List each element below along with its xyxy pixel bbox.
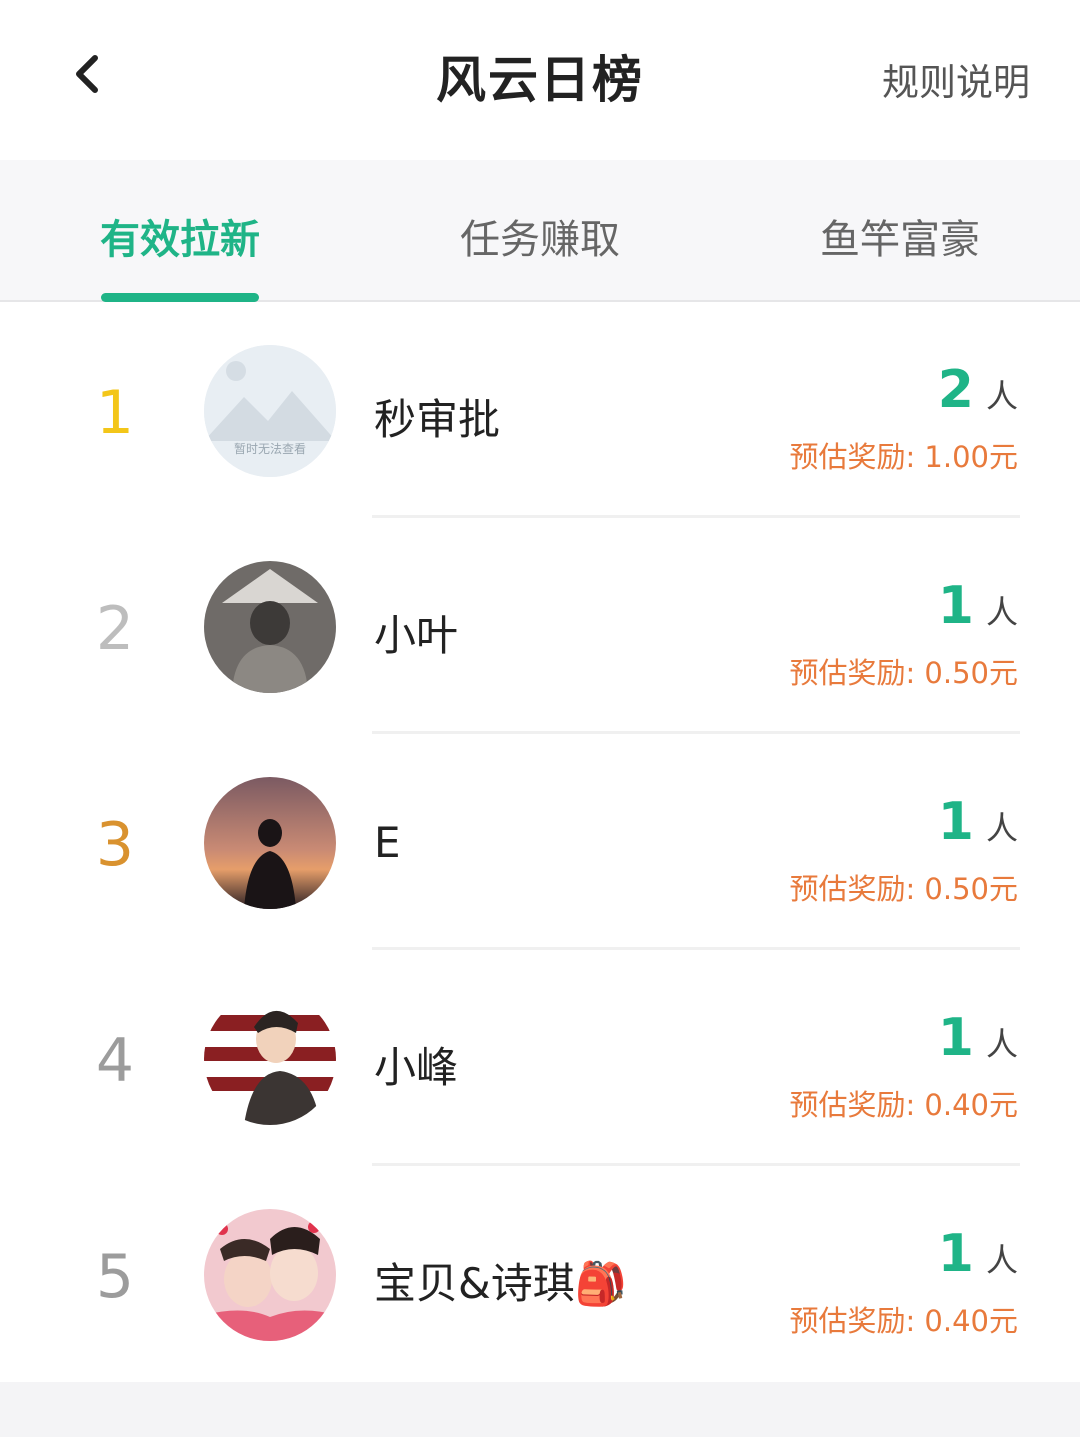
count-unit: 人	[985, 593, 1018, 631]
count-value: 1	[937, 1008, 974, 1068]
user-name: E	[374, 818, 401, 867]
invite-count: 1人	[938, 1224, 1018, 1284]
rank-number: 5	[75, 1242, 155, 1312]
image-placeholder-icon: 暂时无法查看	[204, 345, 336, 477]
tab-task-earnings[interactable]: 任务赚取	[360, 207, 720, 265]
estimated-reward: 预估奖励: 0.40元	[789, 1304, 1018, 1338]
invite-count: 1人	[938, 1008, 1018, 1068]
tab-rod-tycoon[interactable]: 鱼竿富豪	[720, 207, 1080, 265]
rank-text: 5	[95, 1242, 135, 1312]
svg-text:暂时无法查看: 暂时无法查看	[234, 442, 306, 456]
estimated-reward: 预估奖励: 0.50元	[789, 656, 1018, 690]
rank-text: 4	[95, 1026, 135, 1096]
avatar-illustration	[204, 993, 336, 1125]
avatar-photo	[204, 1209, 336, 1341]
header: 风云日榜 规则说明	[0, 0, 1080, 160]
rank-number: 3	[75, 810, 155, 880]
avatar-photo	[204, 777, 336, 909]
rank-number: 2	[75, 594, 155, 664]
count-unit: 人	[985, 377, 1018, 415]
estimated-reward: 预估奖励: 0.40元	[789, 1088, 1018, 1122]
tab-indicator	[101, 293, 259, 302]
invite-count: 2人	[938, 360, 1018, 420]
list-item[interactable]: 1 暂时无法查看 秒审批 2人 预估奖励: 1.00元	[0, 302, 1080, 518]
count-value: 1	[937, 792, 974, 852]
count-value: 2	[937, 360, 974, 420]
avatar	[204, 777, 336, 909]
invite-count: 1人	[938, 792, 1018, 852]
avatar	[204, 1209, 336, 1341]
bottom-bar	[0, 1382, 1080, 1437]
user-name: 小峰	[374, 1043, 459, 1092]
count-unit: 人	[985, 809, 1018, 847]
count-unit: 人	[985, 1025, 1018, 1063]
list-item[interactable]: 4 小峰 1人 预估奖励: 0.40元	[0, 950, 1080, 1166]
list-item[interactable]: 2 小叶 1人 预估奖励: 0.50元	[0, 518, 1080, 734]
tab-effective-invites[interactable]: 有效拉新	[0, 207, 360, 265]
avatar: 暂时无法查看	[204, 345, 336, 477]
count-value: 1	[937, 576, 974, 636]
avatar-photo	[204, 561, 336, 693]
avatar	[204, 561, 336, 693]
rank-text: 2	[95, 594, 135, 664]
rank-number: 1	[75, 378, 155, 448]
estimated-reward: 预估奖励: 1.00元	[789, 440, 1018, 474]
list-item[interactable]: 3 E 1人 预估奖励: 0.50元	[0, 734, 1080, 950]
count-value: 1	[937, 1224, 974, 1284]
rank-text: 3	[95, 810, 135, 880]
rank-number: 4	[75, 1026, 155, 1096]
avatar	[204, 993, 336, 1125]
list-item[interactable]: 5 宝贝&诗琪🎒 1人 预估奖励: 0.40元	[0, 1166, 1080, 1382]
invite-count: 1人	[938, 576, 1018, 636]
user-name: 秒审批	[374, 395, 501, 444]
user-name: 小叶	[374, 611, 459, 660]
rules-link[interactable]: 规则说明	[882, 52, 1030, 106]
user-name: 宝贝&诗琪🎒	[374, 1259, 628, 1308]
count-unit: 人	[985, 1241, 1018, 1279]
rank-text: 1	[95, 378, 135, 448]
estimated-reward: 预估奖励: 0.50元	[789, 872, 1018, 906]
tab-bar: 有效拉新 任务赚取 鱼竿富豪	[0, 160, 1080, 302]
